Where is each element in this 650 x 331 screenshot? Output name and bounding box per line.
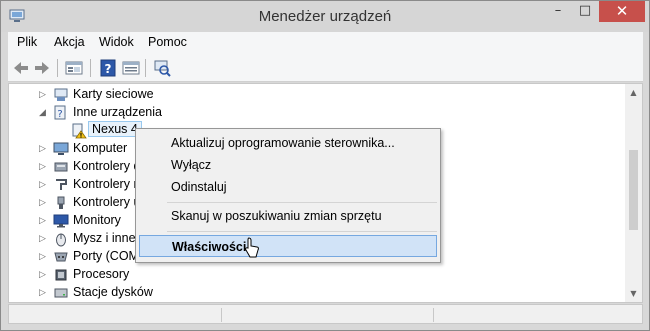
menu-item-scan-hardware[interactable]: Skanuj w poszukiwaniu zmian sprzętu bbox=[139, 205, 437, 227]
status-bar bbox=[8, 304, 643, 324]
tree-item-label: Komputer bbox=[73, 141, 128, 155]
controller-icon bbox=[56, 179, 67, 190]
tree-item-label: Procesory bbox=[73, 267, 130, 281]
expand-arrow-icon[interactable]: ▷ bbox=[39, 216, 47, 226]
tree-item-label: Karty sieciowe bbox=[73, 87, 154, 101]
menu-akcja[interactable]: Akcja bbox=[54, 35, 85, 49]
tree-item-label: Kontrolery d bbox=[73, 159, 141, 173]
tree-item-procesory[interactable]: ▷ Procesory bbox=[9, 266, 629, 284]
device-manager-window: Menedżer urządzeń – □ ✕ Plik Akcja Widok… bbox=[0, 0, 650, 331]
expand-arrow-icon[interactable]: ▷ bbox=[39, 90, 47, 100]
tree-item-stacje-dyskow[interactable]: ▷ Stacje dysków bbox=[9, 284, 629, 302]
tree-item-label: Monitory bbox=[73, 213, 121, 227]
context-menu: Aktualizuj oprogramowanie sterownika... … bbox=[135, 128, 441, 263]
minimize-button[interactable]: – bbox=[545, 1, 571, 22]
disk-drive-icon bbox=[54, 288, 68, 298]
svg-text:?: ? bbox=[105, 62, 112, 76]
scroll-up-icon[interactable]: ▲ bbox=[625, 84, 642, 101]
view-icon[interactable] bbox=[121, 58, 141, 78]
network-adapter-icon bbox=[54, 88, 68, 101]
scan-hardware-icon[interactable] bbox=[152, 58, 172, 78]
expand-arrow-icon[interactable]: ▷ bbox=[39, 162, 47, 172]
svg-text:?: ? bbox=[57, 109, 62, 120]
close-button[interactable]: ✕ bbox=[599, 1, 645, 22]
tree-item-label: Kontrolery r bbox=[73, 177, 138, 191]
warning-device-icon: ! bbox=[72, 123, 87, 140]
collapse-arrow-icon[interactable]: ◢ bbox=[39, 108, 47, 118]
properties-icon[interactable] bbox=[64, 58, 84, 78]
scroll-down-icon[interactable]: ▼ bbox=[625, 285, 642, 302]
menu-separator bbox=[167, 202, 437, 203]
vertical-scrollbar[interactable]: ▲ ▼ bbox=[625, 84, 642, 302]
help-icon[interactable]: ? bbox=[98, 58, 118, 78]
toolbar: ? bbox=[8, 54, 643, 82]
menu-bar: Plik Akcja Widok Pomoc bbox=[8, 32, 643, 54]
tree-item-inne-urzadzenia[interactable]: ◢ ? Inne urządzenia bbox=[9, 104, 629, 122]
mouse-cursor-icon bbox=[245, 237, 259, 258]
scroll-thumb[interactable] bbox=[629, 150, 638, 230]
tree-item-label: Kontrolery u bbox=[73, 195, 141, 209]
disk-controller-icon bbox=[54, 162, 68, 172]
expand-arrow-icon[interactable]: ▷ bbox=[39, 252, 47, 262]
mouse-icon bbox=[56, 233, 66, 247]
expand-arrow-icon[interactable]: ▷ bbox=[39, 234, 47, 244]
menu-plik[interactable]: Plik bbox=[17, 35, 37, 49]
forward-arrow-icon[interactable] bbox=[32, 58, 52, 78]
menu-item-properties[interactable]: Właściwości bbox=[139, 235, 437, 257]
back-arrow-icon[interactable] bbox=[11, 58, 31, 78]
other-devices-icon: ? bbox=[54, 105, 66, 120]
menu-item-update-driver[interactable]: Aktualizuj oprogramowanie sterownika... bbox=[139, 132, 437, 154]
expand-arrow-icon[interactable]: ▷ bbox=[39, 144, 47, 154]
svg-text:!: ! bbox=[80, 133, 83, 140]
tree-item-label: Inne urządzenia bbox=[73, 105, 162, 119]
usb-controller-icon bbox=[57, 196, 65, 209]
tree-item-label: Mysz i inne bbox=[73, 231, 136, 245]
menu-item-disable[interactable]: Wyłącz bbox=[139, 154, 437, 176]
port-icon bbox=[54, 252, 68, 262]
menu-item-uninstall[interactable]: Odinstaluj bbox=[139, 176, 437, 198]
expand-arrow-icon[interactable]: ▷ bbox=[39, 270, 47, 280]
maximize-button[interactable]: □ bbox=[572, 1, 598, 22]
menu-widok[interactable]: Widok bbox=[99, 35, 134, 49]
menu-separator bbox=[167, 231, 437, 232]
computer-icon bbox=[53, 142, 69, 155]
tree-item-label: Stacje dysków bbox=[73, 285, 153, 299]
tree-item-karty-sieciowe[interactable]: ▷ Karty sieciowe bbox=[9, 86, 629, 104]
monitor-icon bbox=[53, 214, 69, 228]
processor-icon bbox=[55, 269, 67, 281]
expand-arrow-icon[interactable]: ▷ bbox=[39, 198, 47, 208]
expand-arrow-icon[interactable]: ▷ bbox=[39, 288, 47, 298]
expand-arrow-icon[interactable]: ▷ bbox=[39, 180, 47, 190]
title-bar[interactable]: Menedżer urządzeń – □ ✕ bbox=[1, 1, 649, 32]
menu-pomoc[interactable]: Pomoc bbox=[148, 35, 187, 49]
tree-item-label: Nexus 4 bbox=[88, 121, 142, 137]
